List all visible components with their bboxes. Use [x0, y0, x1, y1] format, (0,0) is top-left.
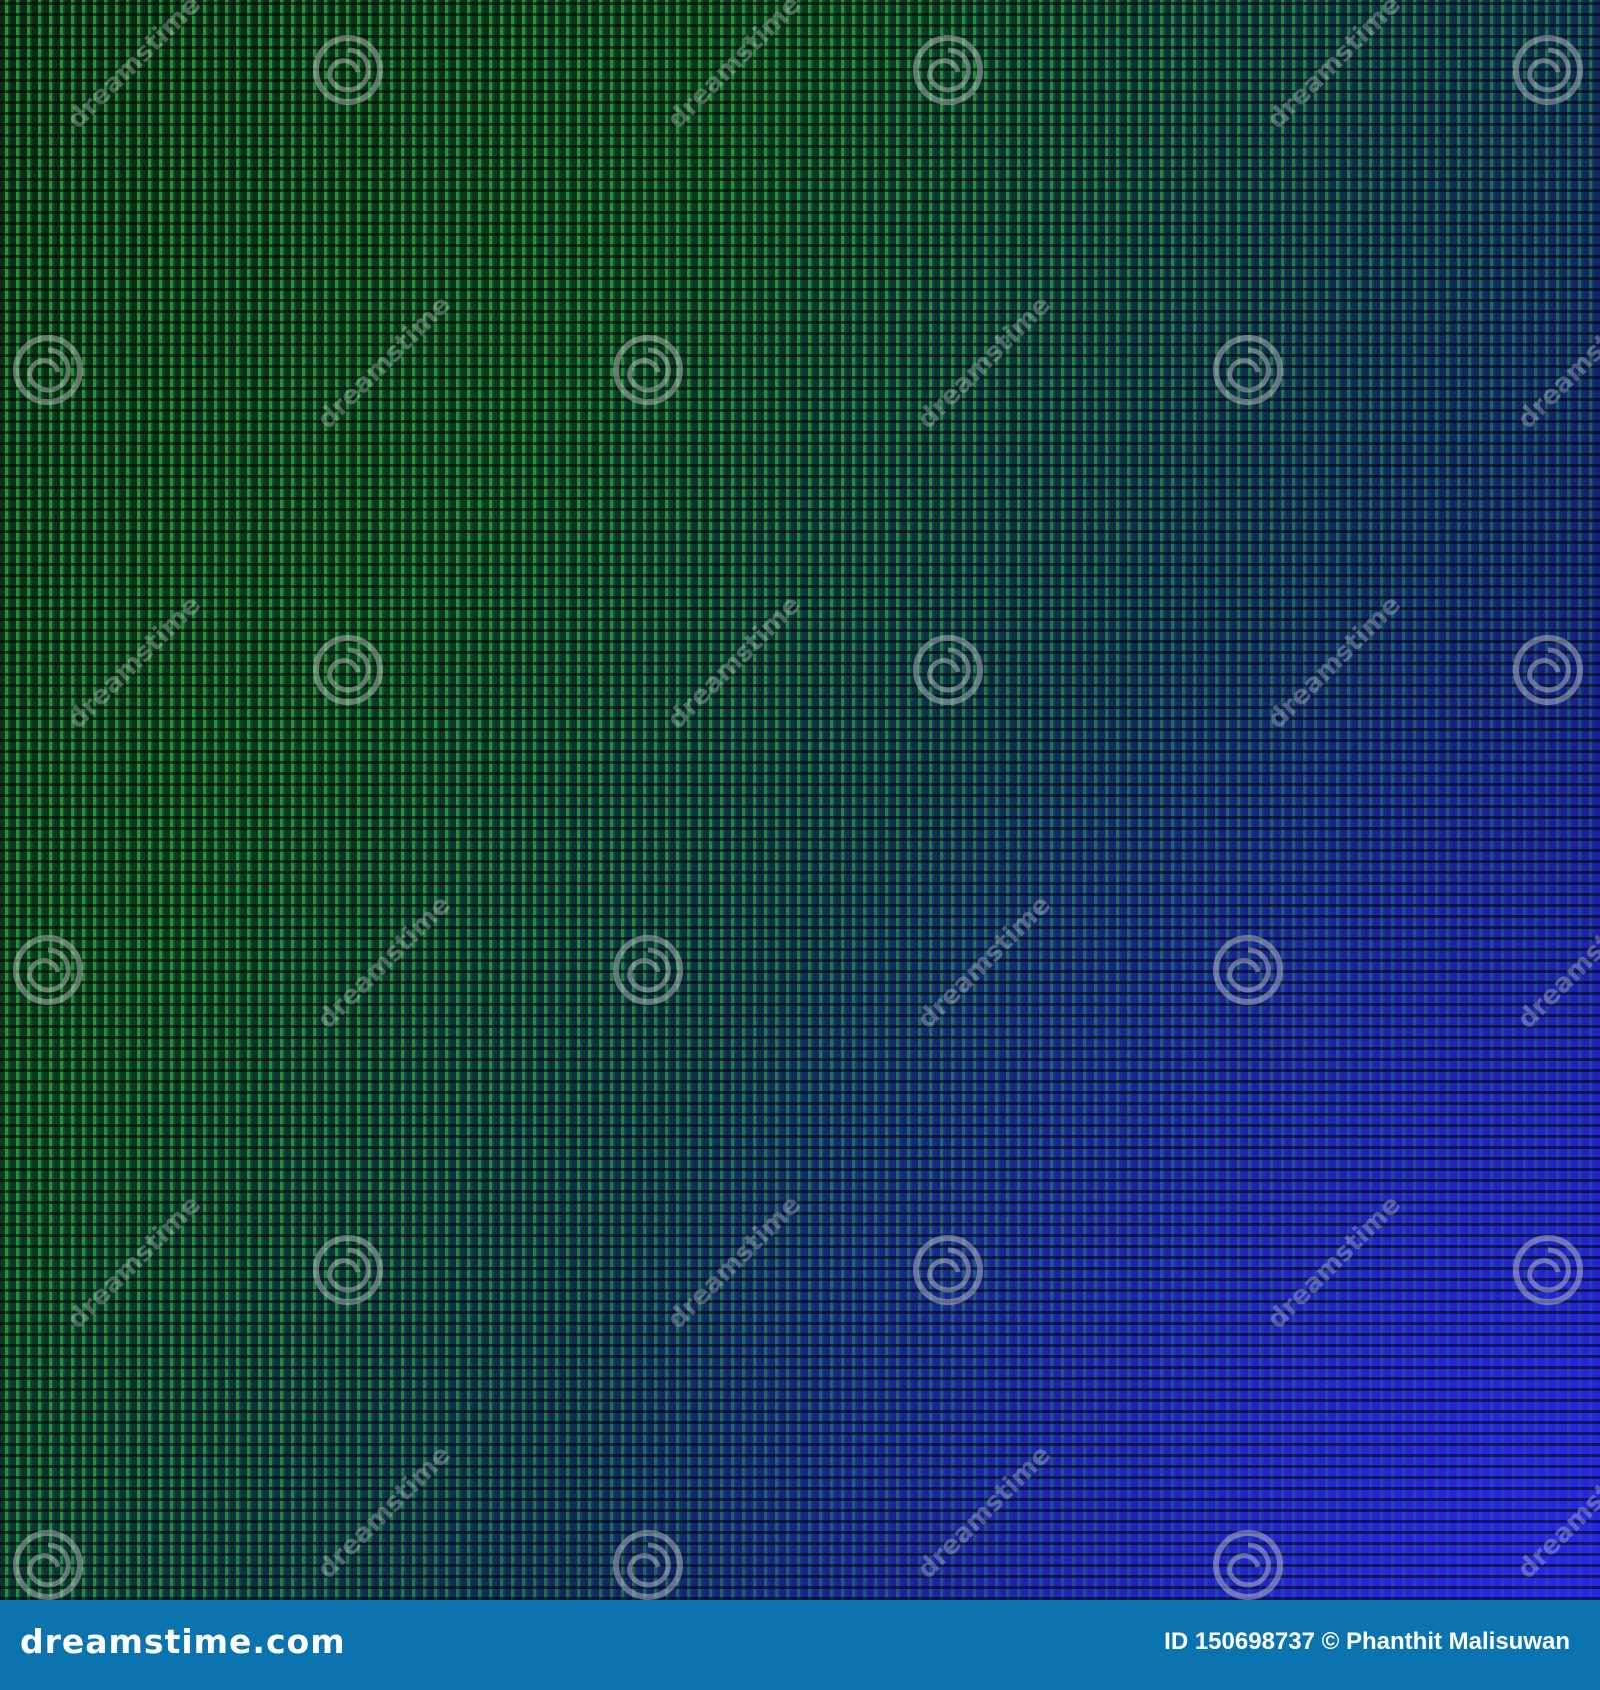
footer-logo[interactable]: dreamstime.com [20, 1622, 346, 1661]
footer-bar: dreamstime.com ID 150698737 © Phanthit M… [0, 1600, 1600, 1690]
footer-credit: ID 150698737 © Phanthit Malisuwan [1164, 1628, 1570, 1656]
copyright-symbol: © [1321, 1628, 1340, 1655]
led-screen-macro-photo: dreamstime dreamstime dreamstime dreamstime… [0, 0, 1600, 1600]
author-name: Phanthit Malisuwan [1345, 1628, 1570, 1655]
led-subpixel-row-gaps [0, 0, 1600, 1600]
stock-photo: dreamstime dreamstime dreamstime dreamstime… [0, 0, 1600, 1690]
image-id: ID 150698737 [1164, 1628, 1315, 1655]
